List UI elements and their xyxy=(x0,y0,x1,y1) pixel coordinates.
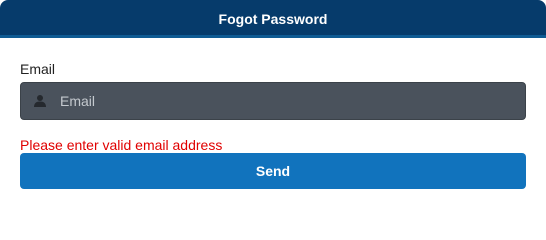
email-field[interactable] xyxy=(20,82,526,120)
email-label: Email xyxy=(20,61,56,77)
user-icon xyxy=(32,93,48,109)
forgot-password-panel: Fogot Password Email Please enter valid … xyxy=(0,0,546,209)
send-button[interactable]: Send xyxy=(20,153,526,189)
panel-title: Fogot Password xyxy=(218,11,328,27)
panel-header: Fogot Password xyxy=(0,0,546,38)
email-error-message: Please enter valid email address xyxy=(20,137,223,153)
email-input[interactable] xyxy=(60,83,525,119)
